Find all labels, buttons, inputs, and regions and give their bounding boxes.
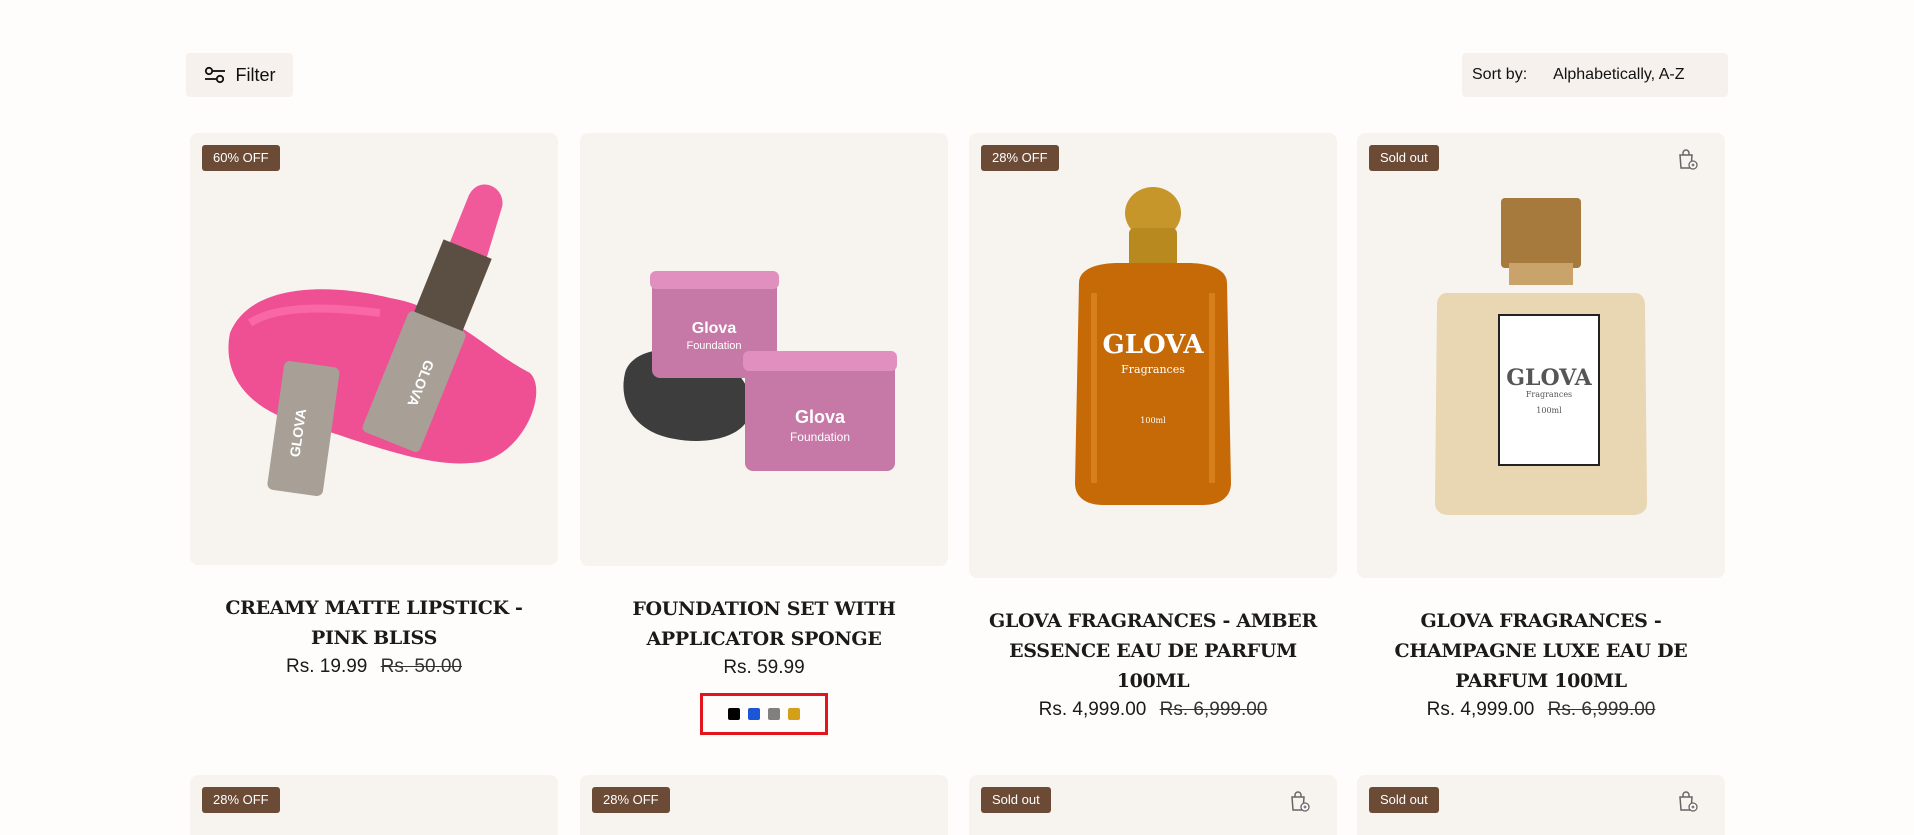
perfume-brand-text: GLOVA xyxy=(1102,330,1204,360)
price-row: Rs. 19.99 Rs. 50.00 xyxy=(190,656,558,678)
swatch-gray[interactable] xyxy=(768,708,780,720)
perfume-brand-text: GLOVA xyxy=(1506,365,1592,391)
product-title[interactable]: GLOVA FRAGRANCES - CHAMPAGNE LUXE EAU DE… xyxy=(1357,606,1725,696)
sale-price: Rs. 4,999.00 xyxy=(1426,699,1535,720)
product-image-container[interactable]: GLOVA Fragrances 100ml 28% OFF xyxy=(969,133,1337,578)
add-to-cart-icon[interactable] xyxy=(1675,789,1699,818)
product-image-container[interactable]: Glova Foundation Glova Foundation xyxy=(580,133,948,566)
product-card[interactable]: Sold out xyxy=(969,775,1337,835)
perfume-sub-text: Fragrances xyxy=(1526,390,1572,399)
collection-toolbar: Filter Sort by: Alphabetically, A-Z xyxy=(186,53,1728,97)
perfume-sub-text: Fragrances xyxy=(1121,363,1185,376)
product-image-container[interactable]: Sold out xyxy=(1357,775,1725,835)
product-card[interactable]: Glova Foundation Glova Foundation FOUNDA… xyxy=(580,133,948,735)
product-title[interactable]: GLOVA FRAGRANCES - AMBER ESSENCE EAU DE … xyxy=(969,606,1337,696)
compare-price: Rs. 6,999.00 xyxy=(1159,699,1268,720)
price-row: Rs. 59.99 xyxy=(580,657,948,679)
lipstick-product-image: GLOVA GLOVA xyxy=(228,184,537,497)
product-image-container[interactable]: GLOVA GLOVA 60% OFF xyxy=(190,133,558,565)
discount-badge: 60% OFF xyxy=(202,145,280,171)
price-row: Rs. 4,999.00 Rs. 6,999.00 xyxy=(1357,699,1725,721)
discount-badge: 28% OFF xyxy=(592,787,670,813)
swatch-black[interactable] xyxy=(728,708,740,720)
add-to-cart-icon[interactable] xyxy=(1675,147,1699,176)
product-image-container[interactable]: Sold out xyxy=(969,775,1337,835)
product-image-container[interactable]: 28% OFF xyxy=(580,775,948,835)
color-swatches xyxy=(700,693,828,735)
product-title[interactable]: FOUNDATION SET WITH APPLICATOR SPONGE xyxy=(580,594,948,654)
sold-out-badge: Sold out xyxy=(1369,145,1439,171)
product-card[interactable]: GLOVA Fragrances 100ml 28% OFF GLOVA FRA… xyxy=(969,133,1337,721)
perfume-size-text: 100ml xyxy=(1140,416,1166,425)
sold-out-badge: Sold out xyxy=(1369,787,1439,813)
foundation-brand-text-2: Glova xyxy=(795,407,846,427)
product-card[interactable]: GLOVA GLOVA 60% OFF CREAMY MATTE LIPSTIC… xyxy=(190,133,558,678)
sale-price: Rs. 59.99 xyxy=(723,657,805,678)
filter-button[interactable]: Filter xyxy=(186,53,293,97)
discount-badge: 28% OFF xyxy=(981,145,1059,171)
product-card[interactable]: Sold out xyxy=(1357,775,1725,835)
swatch-blue[interactable] xyxy=(748,708,760,720)
sold-out-badge: Sold out xyxy=(981,787,1051,813)
product-image-container[interactable]: 28% OFF xyxy=(190,775,558,835)
product-card[interactable]: GLOVA Fragrances 100ml Sold out GLOVA FR… xyxy=(1357,133,1725,721)
compare-price: Rs. 50.00 xyxy=(380,656,462,677)
discount-badge: 28% OFF xyxy=(202,787,280,813)
sort-dropdown[interactable]: Sort by: Alphabetically, A-Z xyxy=(1462,53,1728,97)
add-to-cart-icon[interactable] xyxy=(1287,789,1311,818)
foundation-sub-text-2: Foundation xyxy=(790,430,850,444)
product-title[interactable]: CREAMY MATTE LIPSTICK - PINK BLISS xyxy=(190,593,558,653)
foundation-brand-text: Glova xyxy=(692,320,737,337)
product-card[interactable]: 28% OFF xyxy=(580,775,948,835)
sale-price: Rs. 19.99 xyxy=(286,656,368,677)
swatch-gold[interactable] xyxy=(788,708,800,720)
price-row: Rs. 4,999.00 Rs. 6,999.00 xyxy=(969,699,1337,721)
filter-sliders-icon xyxy=(204,66,225,84)
amber-perfume-product-image: GLOVA Fragrances 100ml xyxy=(1075,187,1231,505)
perfume-size-text: 100ml xyxy=(1536,406,1562,415)
compare-price: Rs. 6,999.00 xyxy=(1547,699,1656,720)
product-card[interactable]: 28% OFF xyxy=(190,775,558,835)
foundation-sub-text: Foundation xyxy=(686,340,741,352)
sale-price: Rs. 4,999.00 xyxy=(1038,699,1147,720)
sort-label: Sort by: xyxy=(1472,66,1528,83)
filter-label: Filter xyxy=(235,64,276,85)
product-image-container[interactable]: GLOVA Fragrances 100ml Sold out xyxy=(1357,133,1725,578)
foundation-product-image: Glova Foundation Glova Foundation xyxy=(623,271,897,471)
champagne-perfume-product-image: GLOVA Fragrances 100ml xyxy=(1435,198,1647,515)
sort-selected-value[interactable]: Alphabetically, A-Z xyxy=(1553,66,1684,84)
